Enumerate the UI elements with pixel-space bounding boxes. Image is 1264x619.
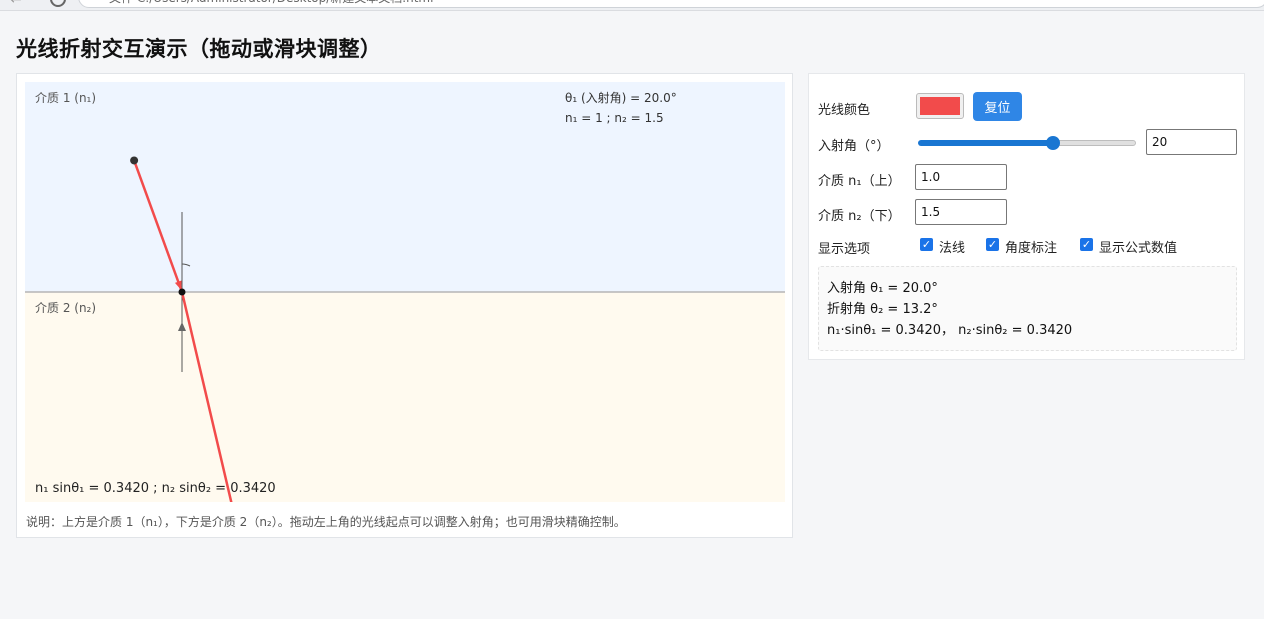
result-info-box: 入射角 θ₁ = 20.0° 折射角 θ₂ = 13.2° n₁·sinθ₁ =… [818, 266, 1237, 351]
reset-button[interactable]: 复位 [973, 92, 1022, 121]
back-arrow-icon[interactable]: ← [10, 0, 22, 8]
browser-toolbar: ← 文件 C:/Users/Administrator/Desktop/新建文本… [0, 0, 1264, 11]
refraction-svg[interactable]: 介质 1 (n₁) 介质 2 (n₂) θ₁ (入射角) = 20.0° n₁ … [25, 82, 785, 502]
snell-result: n₁·sinθ₁ = 0.3420， n₂·sinθ₂ = 0.3420 [827, 323, 1073, 338]
address-bar[interactable]: 文件 C:/Users/Administrator/Desktop/新建文本文档… [78, 0, 1264, 8]
n1-label: 介质 n₁（上） [818, 174, 901, 189]
options-label: 显示选项 [818, 242, 871, 257]
n2-label: 介质 n₂（下） [818, 209, 901, 224]
caption-text: 说明：上方是介质 1（n₁），下方是介质 2（n₂）。拖动左上角的光线起点可以调… [26, 515, 626, 529]
formula-option-label: 显示公式数值 [1099, 241, 1178, 256]
refracted-angle-result: 折射角 θ₂ = 13.2° [827, 302, 938, 317]
slider-track [1053, 140, 1136, 146]
ray-color-fill [920, 97, 960, 115]
ray-color-label: 光线颜色 [818, 103, 871, 118]
snell-readout: n₁ sinθ₁ = 0.3420 ; n₂ sinθ₂ = 0.3420 [35, 481, 276, 496]
angle-mark-option-label: 角度标注 [1005, 241, 1058, 256]
incidence-point [178, 288, 186, 296]
angle-label: 入射角（°） [818, 139, 890, 154]
normal-checkbox[interactable]: ✓ [920, 238, 933, 251]
refraction-scene[interactable]: 介质 1 (n₁) 介质 2 (n₂) θ₁ (入射角) = 20.0° n₁ … [25, 82, 785, 502]
n2-input[interactable] [915, 199, 1007, 225]
refraction-canvas-card: 介质 1 (n₁) 介质 2 (n₂) θ₁ (入射角) = 20.0° n₁ … [16, 73, 793, 538]
ray-source-handle[interactable] [130, 156, 139, 165]
medium1-region [25, 82, 785, 292]
slider-track-fill [918, 140, 1054, 146]
medium2-label: 介质 2 (n₂) [35, 301, 96, 315]
incident-angle-result: 入射角 θ₁ = 20.0° [827, 281, 938, 296]
angle-mark-checkbox[interactable]: ✓ [986, 238, 999, 251]
formula-checkbox[interactable]: ✓ [1080, 238, 1093, 251]
medium2-region [25, 292, 785, 502]
medium1-label: 介质 1 (n₁) [35, 91, 96, 105]
angle-readout: θ₁ (入射角) = 20.0° [565, 90, 677, 105]
page-title: 光线折射交互演示（拖动或滑块调整） [16, 37, 382, 61]
angle-input[interactable] [1146, 129, 1237, 155]
refresh-icon[interactable] [50, 0, 66, 7]
angle-slider[interactable] [918, 136, 1136, 150]
index-readout: n₁ = 1 ; n₂ = 1.5 [565, 111, 664, 125]
normal-option-label: 法线 [939, 241, 966, 256]
ray-color-picker[interactable] [916, 93, 964, 119]
control-panel: 光线颜色 复位 入射角（°） 介质 n₁（上） 介质 n₂（下） 显示选项 ✓ … [808, 73, 1245, 360]
n1-input[interactable] [915, 164, 1007, 190]
slider-thumb[interactable] [1046, 136, 1061, 150]
